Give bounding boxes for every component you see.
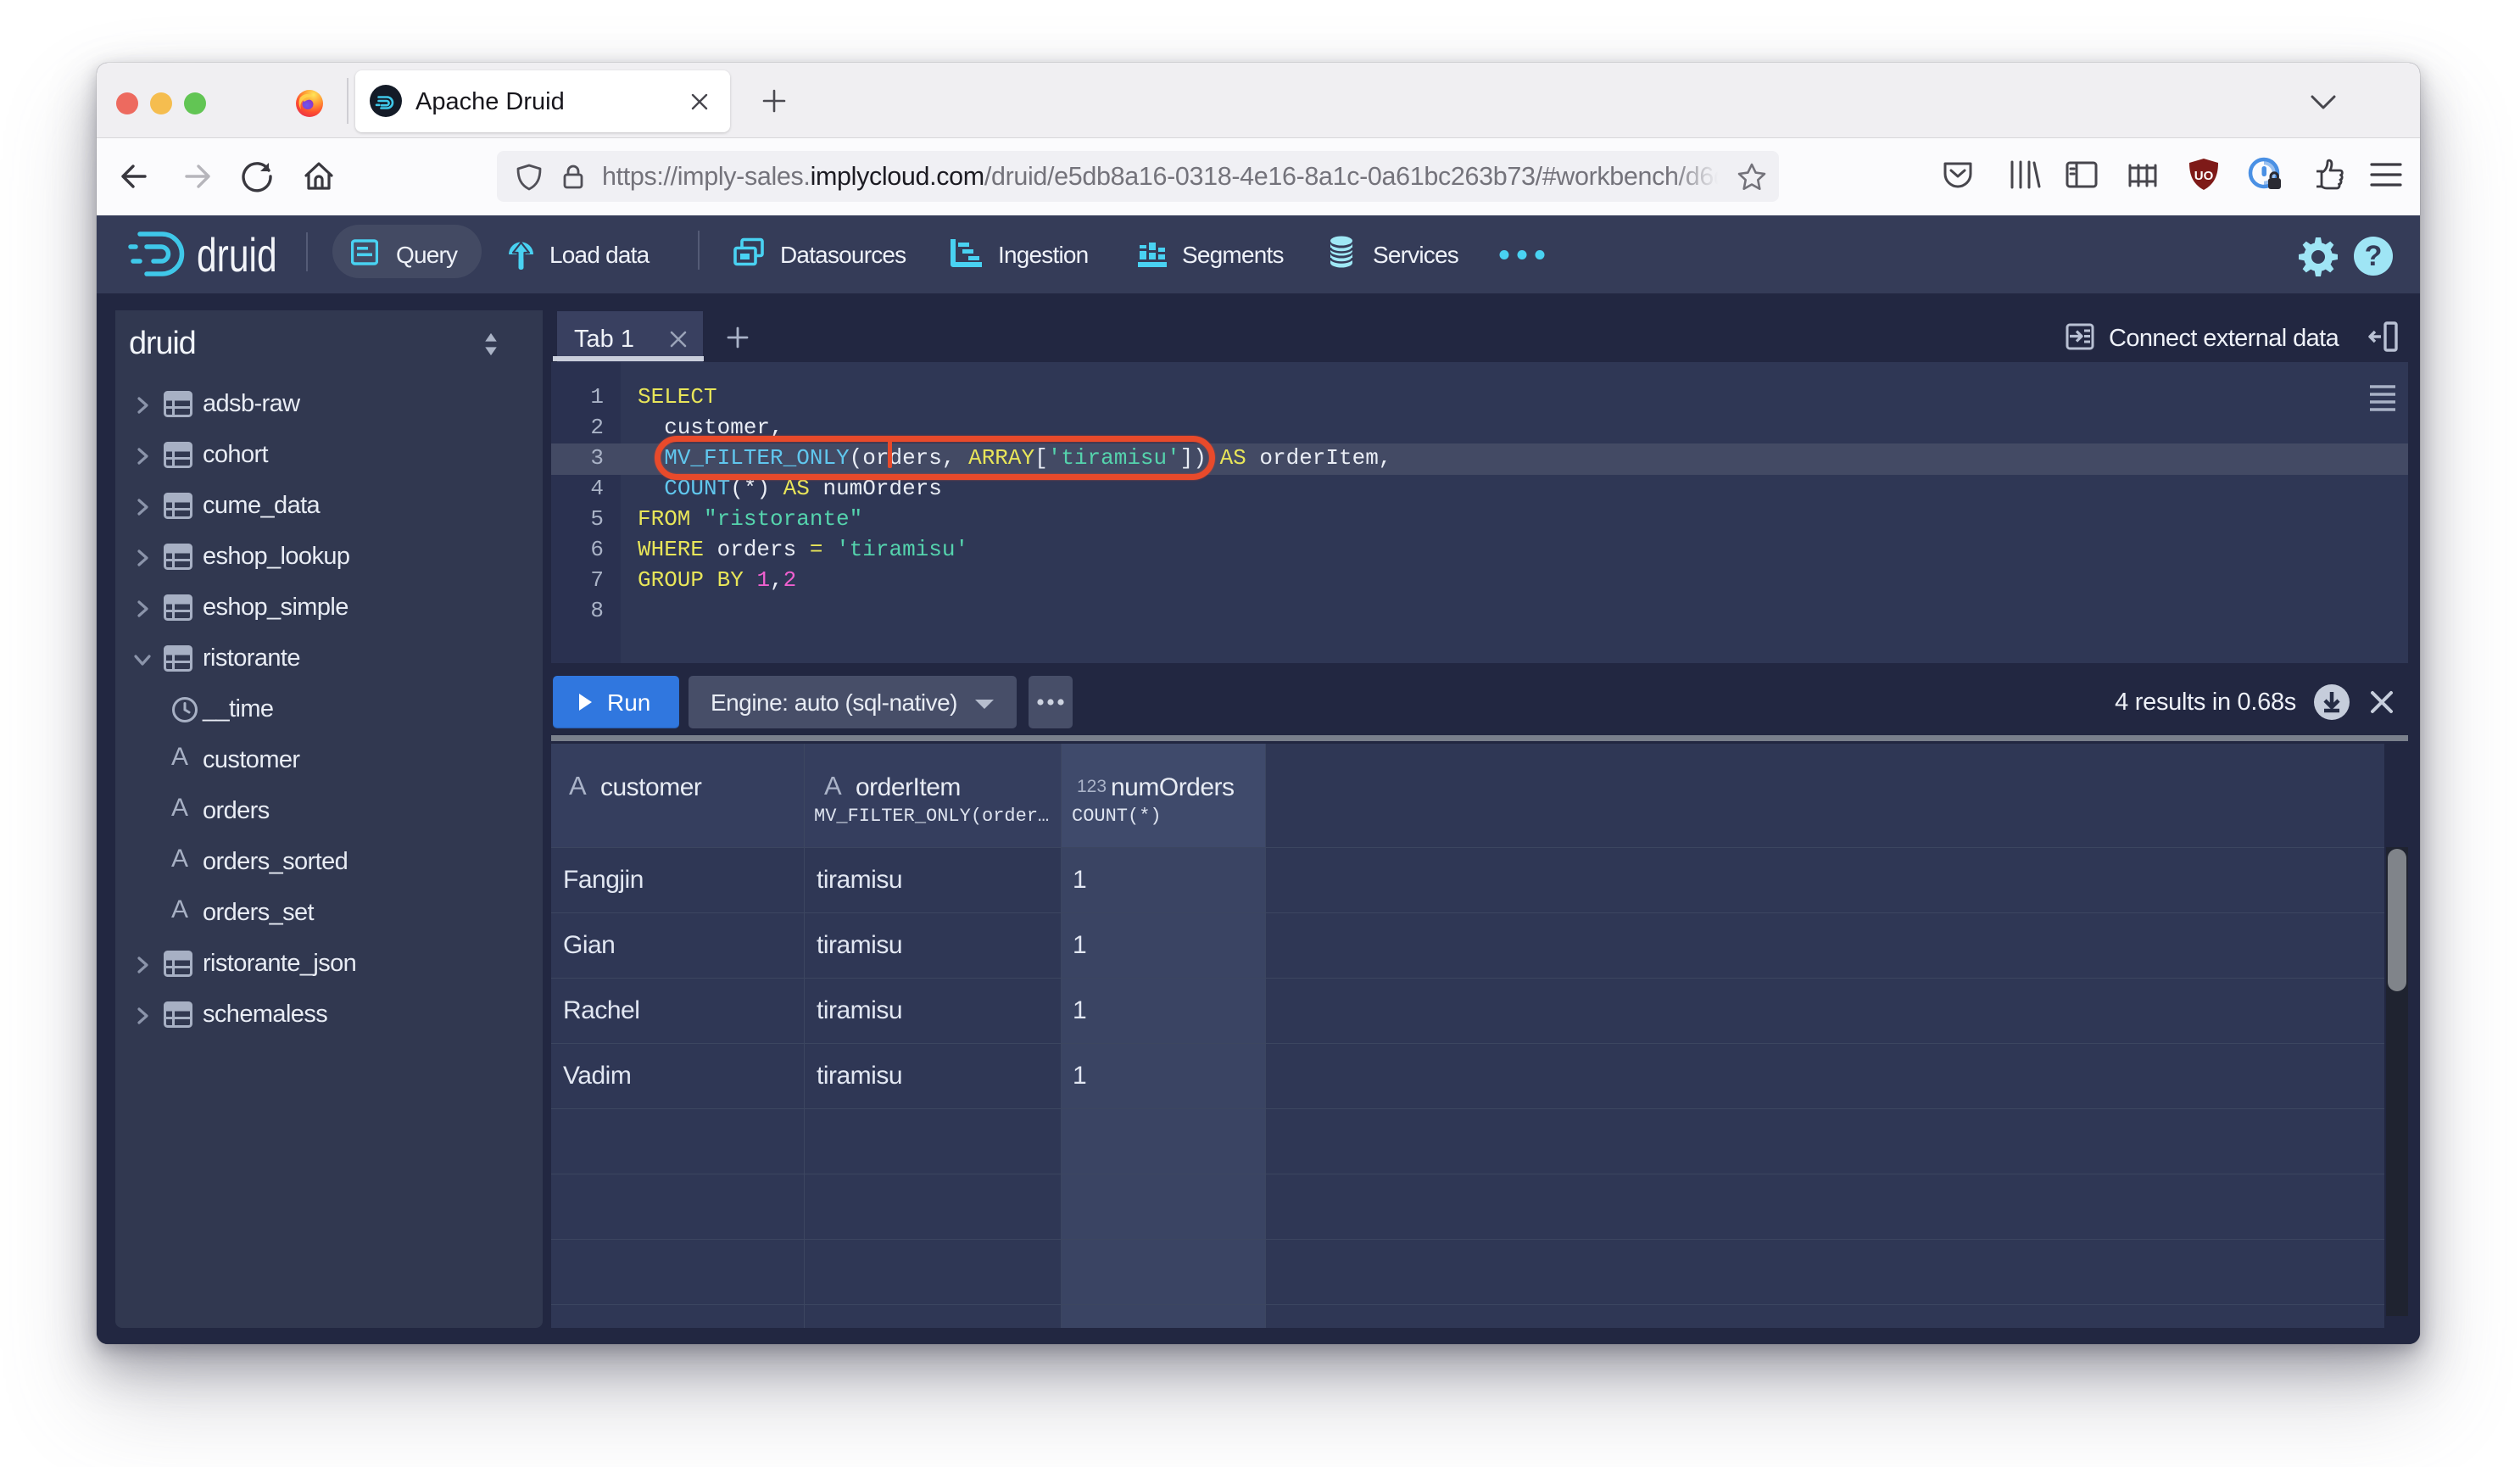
svg-text:UO: UO <box>2194 169 2214 183</box>
